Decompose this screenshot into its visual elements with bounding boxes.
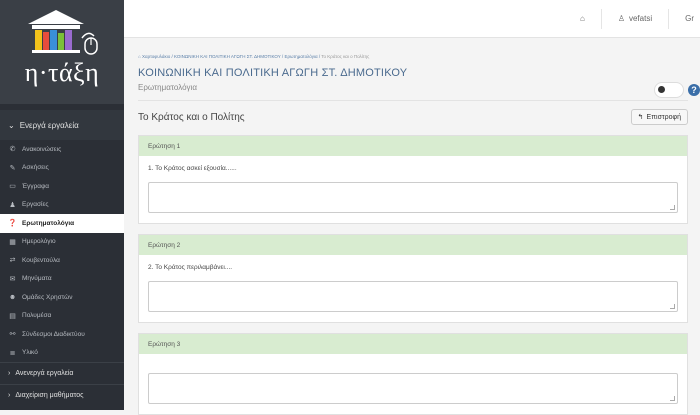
chevron-right-icon: ›	[8, 392, 11, 399]
topbar-extra[interactable]: Gr	[685, 14, 694, 23]
section-title: Το Κράτος και ο Πολίτης	[138, 111, 245, 123]
user-icon: ♙	[617, 14, 625, 23]
home-icon[interactable]: ⌂	[580, 14, 585, 23]
sidebar-section-active-tools[interactable]: ⌄ Ενεργά εργαλεία	[0, 110, 124, 140]
breadcrumb-home[interactable]: Χαρτοφυλάκιο	[142, 54, 170, 59]
user-name: vefatsi	[628, 14, 653, 23]
question-header: Ερώτηση 3	[139, 334, 687, 354]
pencil-icon: ✎	[9, 164, 16, 172]
calendar-icon: ▦	[9, 238, 16, 246]
sidebar-item[interactable]: ▦ Ημερολόγιο	[0, 233, 124, 252]
question-text: 2. Το Κράτος περιλαμβάνει....	[148, 264, 233, 271]
page-subtitle: Ερωτηματολόγια	[138, 83, 197, 92]
sidebar-item-label: Ανακοινώσεις	[22, 145, 62, 153]
sidebar-item-label: Σύνδεσμοι Διαδικτύου	[22, 330, 85, 338]
topbar: ⌂ ♙ vefatsi Gr	[124, 0, 700, 38]
section-header: Το Κράτος και ο Πολίτης ↰ Επιστροφή	[138, 109, 688, 125]
chevron-down-icon: ⌄	[8, 120, 15, 130]
sidebar-item[interactable]: ❓ Ερωτηματολόγια	[0, 214, 124, 233]
table-icon: ▤	[9, 312, 16, 320]
sidebar-item-label: Υλικό	[22, 349, 38, 357]
question-panel: Ερώτηση 2 2. Το Κράτος περιλαμβάνει....	[138, 234, 688, 323]
sidebar-item[interactable]: ≣ Υλικό	[0, 344, 124, 363]
page-title: ΚΟΙΝΩΝΙΚΗ ΚΑΙ ΠΟΛΙΤΙΚΗ ΑΓΩΓΗ ΣΤ. ΔΗΜΟΤΙΚ…	[138, 67, 408, 79]
back-button[interactable]: ↰ Επιστροφή	[630, 109, 688, 125]
breadcrumb-section[interactable]: Ερωτηματολόγια	[284, 54, 317, 59]
section-label: Διαχείριση μαθήματος	[15, 392, 84, 399]
logo[interactable]: η·τάξη	[0, 0, 124, 104]
help-icon[interactable]: ?	[688, 84, 700, 96]
sidebar-item-label: Έγγραφα	[22, 182, 50, 190]
breadcrumb-current: Το Κράτος και ο Πολίτης	[321, 54, 370, 59]
question-header: Ερώτηση 2	[139, 235, 687, 255]
user-icon: ♟	[9, 201, 16, 209]
header-controls: ?	[654, 82, 700, 98]
sidebar-item-label: Κουβεντούλα	[22, 256, 60, 264]
answer-textarea[interactable]	[148, 373, 678, 404]
question-header: Ερώτηση 1	[139, 136, 687, 156]
question-body	[139, 354, 687, 414]
breadcrumb-course[interactable]: ΚΟΙΝΩΝΙΚΗ ΚΑΙ ΠΟΛΙΤΙΚΗ ΑΓΩΓΗ ΣΤ. ΔΗΜΟΤΙΚ…	[174, 54, 281, 59]
chevron-right-icon: ›	[8, 370, 11, 377]
user-menu[interactable]: ♙ vefatsi	[618, 14, 652, 23]
sidebar-item-label: Εργασίες	[22, 201, 49, 209]
sidebar-item-label: Ημερολόγιο	[22, 238, 56, 246]
sidebar-item[interactable]: ✆ Ανακοινώσεις	[0, 140, 124, 159]
question-panel: Ερώτηση 1 1. Το Κράτος ασκεί εξουσία.....…	[138, 135, 688, 224]
breadcrumb: ⌂ Χαρτοφυλάκιο / ΚΟΙΝΩΝΙΚΗ ΚΑΙ ΠΟΛΙΤΙΚΗ …	[138, 54, 370, 59]
question-icon: ❓	[8, 220, 17, 228]
sidebar-item[interactable]: ✎ Ασκήσεις	[0, 159, 124, 178]
announcement-icon: ✆	[9, 146, 16, 154]
logo-text: η·τάξη	[24, 58, 100, 87]
divider	[600, 8, 602, 29]
question-panel: Ερώτηση 3	[138, 333, 688, 415]
folder-icon: ▭	[9, 183, 16, 191]
section-label: Ανενεργά εργαλεία	[15, 370, 74, 377]
sidebar-item[interactable]: ▭ Έγγραφα	[0, 177, 124, 196]
sidebar-item-label: Πολυμέσα	[22, 312, 52, 320]
sidebar-item[interactable]: ☻ Ομάδες Χρηστών	[0, 288, 124, 307]
divider	[668, 8, 670, 29]
sidebar-item[interactable]: ✉ Μηνύματα	[0, 270, 124, 289]
sidebar-item-label: Ασκήσεις	[22, 164, 49, 172]
envelope-icon: ✉	[9, 275, 16, 283]
sidebar-item[interactable]: ⇄ Κουβεντούλα	[0, 251, 124, 270]
question-body: 1. Το Κράτος ασκεί εξουσία......	[139, 156, 687, 223]
divider	[138, 100, 688, 101]
sidebar-item-label: Μηνύματα	[22, 275, 52, 283]
sidebar-item[interactable]: ⚯ Σύνδεσμοι Διαδικτύου	[0, 325, 124, 344]
sidebar-item-label: Ομάδες Χρηστών	[22, 293, 73, 301]
back-button-label: Επιστροφή	[646, 113, 681, 121]
school-logo-icon	[28, 10, 98, 55]
sidebar-item-label: Ερωτηματολόγια	[22, 219, 75, 227]
exchange-icon: ⇄	[9, 257, 16, 265]
link-icon: ⚯	[9, 331, 16, 339]
sidebar: η·τάξη ⌄ Ενεργά εργαλεία ✆ Ανακοινώσεις ✎ Α…	[0, 0, 124, 410]
question-body: 2. Το Κράτος περιλαμβάνει....	[139, 255, 687, 322]
users-icon: ☻	[8, 293, 17, 301]
sidebar-item[interactable]: ▤ Πολυμέσα	[0, 307, 124, 326]
answer-textarea[interactable]	[148, 182, 678, 213]
view-toggle[interactable]	[654, 82, 684, 98]
main-content: ⌂ Χαρτοφυλάκιο / ΚΟΙΝΩΝΙΚΗ ΚΑΙ ΠΟΛΙΤΙΚΗ …	[124, 38, 700, 415]
answer-textarea[interactable]	[148, 281, 678, 312]
section-label: Ενεργά εργαλεία	[19, 120, 79, 130]
list-icon: ≣	[9, 349, 16, 357]
sidebar-section-course-admin[interactable]: › Διαχείριση μαθήματος	[0, 384, 124, 406]
question-text: 1. Το Κράτος ασκεί εξουσία......	[148, 165, 237, 172]
sidebar-section-inactive-tools[interactable]: › Ανενεργά εργαλεία	[0, 362, 124, 384]
sidebar-item[interactable]: ♟ Εργασίες	[0, 196, 124, 215]
reply-icon: ↰	[637, 114, 644, 121]
